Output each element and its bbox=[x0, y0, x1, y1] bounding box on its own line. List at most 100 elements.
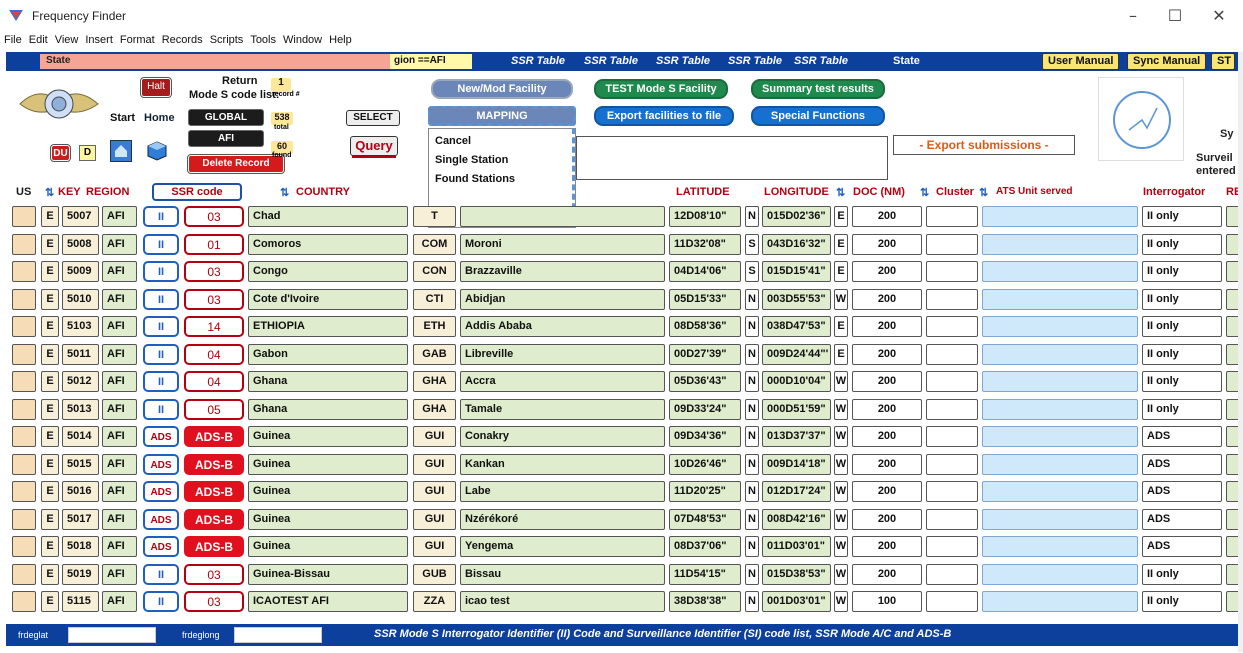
doc-cell[interactable]: 200 bbox=[852, 453, 922, 475]
ns-cell[interactable]: N bbox=[745, 288, 759, 310]
sync-manual-button[interactable]: Sync Manual bbox=[1127, 53, 1207, 70]
e-cell[interactable]: E bbox=[41, 343, 59, 365]
country-code-cell[interactable]: ETH bbox=[413, 316, 456, 337]
ats-unit-cell[interactable] bbox=[982, 563, 1138, 585]
us-cell[interactable] bbox=[12, 426, 36, 447]
us-cell[interactable] bbox=[12, 288, 36, 310]
col-cluster[interactable]: Cluster bbox=[936, 186, 974, 198]
col-country[interactable]: COUNTRY bbox=[296, 186, 350, 198]
longitude-cell[interactable]: 008D42'16" bbox=[762, 508, 831, 530]
cluster-cell[interactable] bbox=[926, 233, 978, 255]
doc-cell[interactable]: 200 bbox=[852, 508, 922, 530]
e-cell[interactable]: E bbox=[41, 481, 59, 502]
interrogator-cell[interactable]: ADS bbox=[1142, 453, 1222, 475]
ats-unit-cell[interactable] bbox=[982, 398, 1138, 420]
us-cell[interactable] bbox=[12, 343, 36, 365]
ats-unit-cell[interactable] bbox=[982, 233, 1138, 255]
city-cell[interactable]: Nzérékoré bbox=[460, 508, 665, 530]
type-button[interactable]: II bbox=[143, 563, 179, 585]
ns-cell[interactable]: S bbox=[745, 261, 759, 282]
col-interrogator[interactable]: Interrogator bbox=[1143, 186, 1205, 198]
export-facilities-button[interactable]: Export facilities to file bbox=[594, 106, 734, 126]
special-functions-button[interactable]: Special Functions bbox=[751, 106, 885, 126]
interrogator-cell[interactable]: ADS bbox=[1142, 426, 1222, 447]
col-latitude[interactable]: LATITUDE bbox=[676, 186, 730, 198]
ats-unit-cell[interactable] bbox=[982, 371, 1138, 392]
e-cell[interactable]: E bbox=[41, 563, 59, 585]
d-button[interactable]: D bbox=[79, 145, 96, 161]
e-cell[interactable]: E bbox=[41, 233, 59, 255]
dropdown-single-station[interactable]: Single Station bbox=[435, 154, 508, 166]
test-mode-s-facility-button[interactable]: TEST Mode S Facility bbox=[594, 79, 728, 99]
ew-cell[interactable]: W bbox=[834, 371, 848, 392]
e-cell[interactable]: E bbox=[41, 508, 59, 530]
region-cell[interactable]: AFI bbox=[102, 343, 137, 365]
user-manual-button[interactable]: User Manual bbox=[1042, 53, 1120, 70]
interrogator-cell[interactable]: II only bbox=[1142, 563, 1222, 585]
latitude-cell[interactable]: 11D32'08" bbox=[669, 233, 741, 255]
country-cell[interactable]: Guinea bbox=[248, 453, 408, 475]
e-cell[interactable]: E bbox=[41, 206, 59, 227]
key-cell[interactable]: 5017 bbox=[62, 508, 99, 530]
ew-cell[interactable]: W bbox=[834, 288, 848, 310]
interrogator-cell[interactable]: ADS bbox=[1142, 481, 1222, 502]
country-code-cell[interactable]: CTI bbox=[413, 288, 456, 310]
cluster-cell[interactable] bbox=[926, 536, 978, 557]
country-code-cell[interactable]: T bbox=[413, 206, 456, 227]
home-cube-icon[interactable] bbox=[146, 140, 168, 162]
ssr-code-button[interactable]: 03 bbox=[184, 261, 244, 282]
menu-tools[interactable]: Tools bbox=[246, 32, 279, 46]
latitude-cell[interactable]: 08D37'06" bbox=[669, 536, 741, 557]
menu-format[interactable]: Format bbox=[116, 32, 158, 46]
region-cell[interactable]: AFI bbox=[102, 316, 137, 337]
col-ssr-code[interactable]: SSR code bbox=[152, 183, 242, 201]
interrogator-cell[interactable]: II only bbox=[1142, 343, 1222, 365]
latitude-cell[interactable]: 11D54'15" bbox=[669, 563, 741, 585]
city-cell[interactable]: Abidjan bbox=[460, 288, 665, 310]
key-cell[interactable]: 5016 bbox=[62, 481, 99, 502]
ssr-code-button[interactable]: 14 bbox=[184, 316, 244, 337]
key-cell[interactable]: 5011 bbox=[62, 343, 99, 365]
ew-cell[interactable]: W bbox=[834, 481, 848, 502]
menu-window[interactable]: Window bbox=[279, 32, 325, 46]
us-cell[interactable] bbox=[12, 233, 36, 255]
ew-cell[interactable]: E bbox=[834, 233, 848, 255]
city-cell[interactable] bbox=[460, 206, 665, 227]
region-cell[interactable]: AFI bbox=[102, 508, 137, 530]
country-cell[interactable]: Guinea bbox=[248, 536, 408, 557]
city-cell[interactable]: icao test bbox=[460, 591, 665, 612]
country-code-cell[interactable]: ZZA bbox=[413, 591, 456, 612]
longitude-cell[interactable]: 000D51'59" bbox=[762, 398, 831, 420]
key-cell[interactable]: 5103 bbox=[62, 316, 99, 337]
country-cell[interactable]: ICAOTEST AFI bbox=[248, 591, 408, 612]
halt-button[interactable]: Halt bbox=[141, 78, 171, 97]
e-cell[interactable]: E bbox=[41, 536, 59, 557]
ssr-code-button[interactable]: 03 bbox=[184, 591, 244, 612]
us-cell[interactable] bbox=[12, 508, 36, 530]
key-cell[interactable]: 5018 bbox=[62, 536, 99, 557]
e-cell[interactable]: E bbox=[41, 288, 59, 310]
ssr-code-button[interactable]: 03 bbox=[184, 206, 244, 227]
ew-cell[interactable]: E bbox=[834, 261, 848, 282]
us-cell[interactable] bbox=[12, 481, 36, 502]
doc-cell[interactable]: 200 bbox=[852, 481, 922, 502]
longitude-cell[interactable]: 009D14'18" bbox=[762, 453, 831, 475]
key-cell[interactable]: 5115 bbox=[62, 591, 99, 612]
menu-edit[interactable]: Edit bbox=[25, 32, 51, 46]
country-code-cell[interactable]: GUI bbox=[413, 536, 456, 557]
country-code-cell[interactable]: GUB bbox=[413, 563, 456, 585]
latitude-cell[interactable]: 07D48'53" bbox=[669, 508, 741, 530]
doc-cell[interactable]: 200 bbox=[852, 343, 922, 365]
ats-unit-cell[interactable] bbox=[982, 206, 1138, 227]
us-cell[interactable] bbox=[12, 453, 36, 475]
doc-cell[interactable]: 200 bbox=[852, 288, 922, 310]
ns-cell[interactable]: N bbox=[745, 343, 759, 365]
doc-cell[interactable]: 200 bbox=[852, 261, 922, 282]
doc-cell[interactable]: 200 bbox=[852, 371, 922, 392]
ats-unit-cell[interactable] bbox=[982, 508, 1138, 530]
cluster-cell[interactable] bbox=[926, 453, 978, 475]
cluster-cell[interactable] bbox=[926, 591, 978, 612]
ats-unit-cell[interactable] bbox=[982, 591, 1138, 612]
col-longitude[interactable]: LONGITUDE bbox=[764, 186, 829, 198]
type-button[interactable]: ADS bbox=[143, 481, 179, 502]
